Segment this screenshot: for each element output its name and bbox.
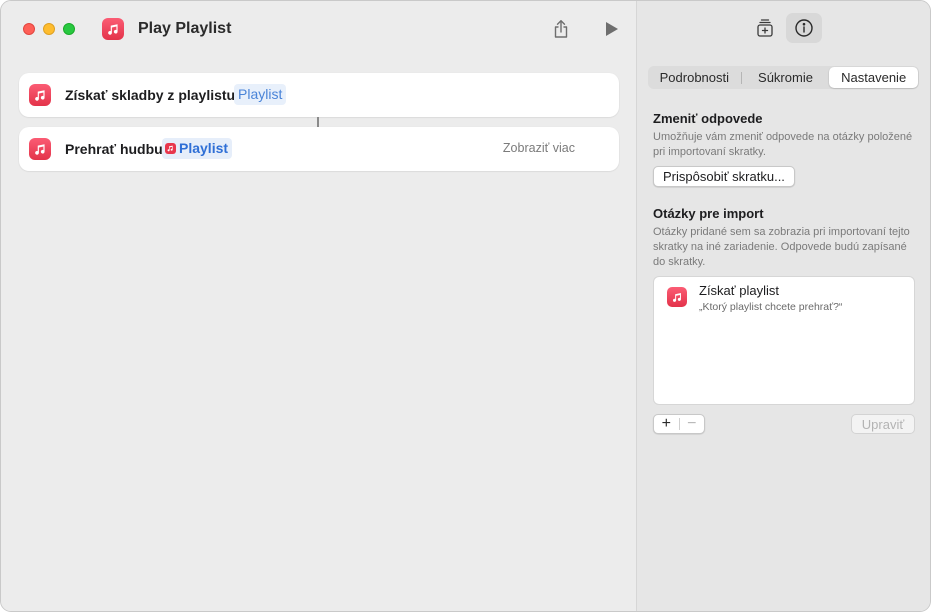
section-description-import-questions: Otázky pridané sem sa zobrazia pri impor… [653, 226, 910, 268]
question-subtitle: „Ktorý playlist chcete prehrať?“ [699, 301, 843, 313]
music-note-icon [667, 287, 687, 307]
import-questions-list: Získať playlist „Ktorý playlist chcete p… [653, 276, 915, 405]
action-label: Prehrať hudbu [65, 141, 163, 157]
zoom-window-button[interactable] [63, 23, 75, 35]
edit-button[interactable]: Upraviť [851, 414, 915, 434]
play-icon[interactable] [603, 20, 621, 38]
music-note-icon [29, 138, 51, 160]
remove-question-button[interactable]: − [679, 414, 704, 434]
section-title-change-answers: Zmeniť odpovede [653, 111, 763, 126]
inspector-panel: Podrobnosti Súkromie Nastavenie Zmeniť o… [636, 1, 930, 611]
list-item[interactable]: Získať playlist „Ktorý playlist chcete p… [654, 277, 914, 317]
add-to-library-icon[interactable] [747, 13, 783, 43]
info-icon[interactable] [786, 13, 822, 43]
tab-setup[interactable]: Nastavenie [829, 67, 918, 88]
token-label: Playlist [179, 140, 229, 156]
action-connector [317, 117, 319, 127]
editor-area: Play Playlist Získať skladby z playlistu… [1, 1, 636, 611]
window-title: Play Playlist [138, 20, 232, 37]
section-description-change-answers: Umožňuje vám zmeniť odpovede na otázky p… [653, 131, 913, 158]
action-get-playlist-tracks[interactable]: Získať skladby z playlistu Playlist [19, 73, 619, 117]
tab-details[interactable]: Podrobnosti [648, 67, 741, 88]
minimize-window-button[interactable] [43, 23, 55, 35]
playlist-parameter-token[interactable]: Playlist [234, 84, 287, 105]
inspector-tabs: Podrobnosti Súkromie Nastavenie [648, 66, 919, 89]
action-play-music[interactable]: Prehrať hudbu Playlist Zobraziť viac [19, 127, 619, 171]
add-question-button[interactable]: + [654, 414, 679, 434]
music-note-icon [29, 84, 51, 106]
question-title: Získať playlist [699, 283, 780, 298]
customize-shortcut-button[interactable]: Prispôsobiť skratku... [653, 166, 795, 187]
close-window-button[interactable] [23, 23, 35, 35]
tab-privacy[interactable]: Súkromie [742, 67, 830, 88]
share-icon[interactable] [551, 18, 571, 40]
shortcut-editor-window: Play Playlist Získať skladby z playlistu… [0, 0, 931, 612]
action-label: Získať skladby z playlistu [65, 87, 236, 103]
show-more-button[interactable]: Zobraziť viac [503, 141, 575, 155]
add-remove-control: + − [653, 414, 705, 434]
section-title-import-questions: Otázky pre import [653, 206, 764, 221]
music-note-icon [165, 143, 176, 154]
playlist-variable-token[interactable]: Playlist [162, 138, 233, 159]
music-app-icon [102, 18, 124, 40]
